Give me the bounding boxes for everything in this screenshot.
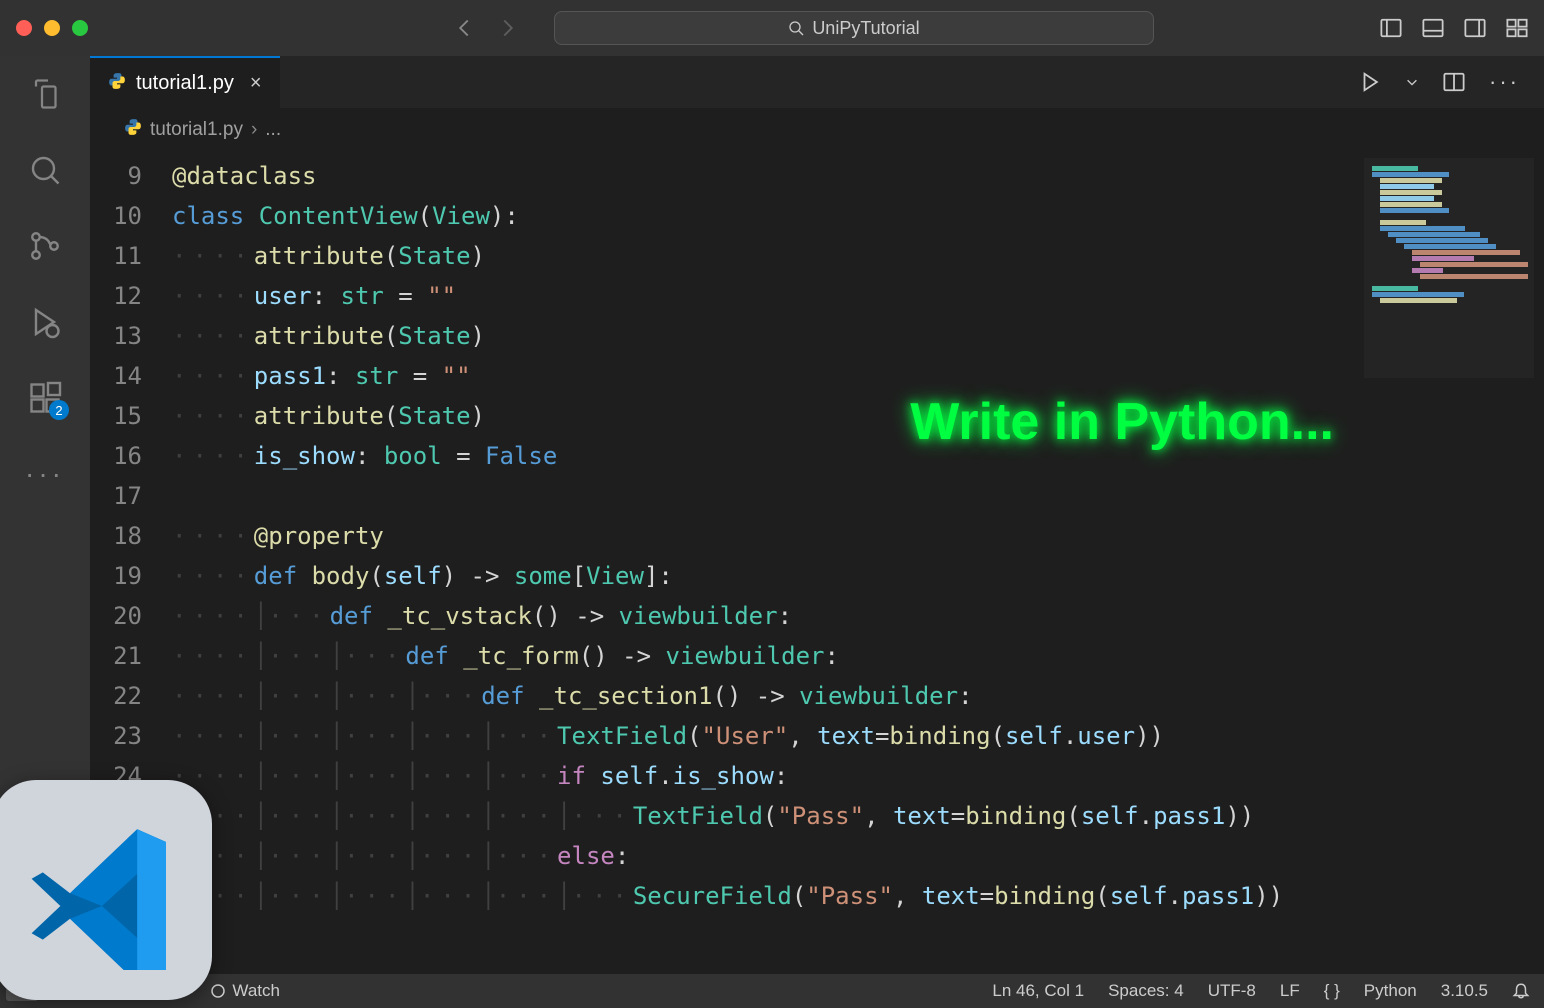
status-indent[interactable]: Spaces: 4: [1108, 981, 1184, 1001]
split-editor-icon[interactable]: [1443, 71, 1465, 93]
run-button[interactable]: [1359, 71, 1381, 93]
layout-bottom-icon[interactable]: [1422, 17, 1444, 39]
tabs: tutorial1.py × ···: [90, 56, 1544, 108]
extensions-badge: 2: [49, 400, 69, 420]
statusbar: 0 0 0 Watch Ln 46, Col 1 Spaces: 4 UTF-8…: [0, 974, 1544, 1008]
status-language[interactable]: Python: [1364, 981, 1417, 1001]
status-brackets[interactable]: { }: [1324, 981, 1340, 1001]
run-debug-icon[interactable]: [27, 304, 63, 340]
extensions-icon[interactable]: 2: [27, 380, 63, 416]
search-text: UniPyTutorial: [812, 18, 919, 39]
command-search[interactable]: UniPyTutorial: [554, 11, 1154, 45]
more-actions-icon[interactable]: ···: [1489, 69, 1520, 95]
minimize-window-button[interactable]: [44, 20, 60, 36]
tab-tutorial1[interactable]: tutorial1.py ×: [90, 56, 280, 108]
titlebar-layout-controls: [1380, 17, 1528, 39]
breadcrumb-file: tutorial1.py: [150, 119, 243, 141]
close-window-button[interactable]: [16, 20, 32, 36]
minimap[interactable]: [1364, 158, 1534, 378]
run-dropdown-icon[interactable]: [1405, 75, 1419, 89]
breadcrumb[interactable]: tutorial1.py › ...: [90, 108, 1544, 152]
titlebar: UniPyTutorial: [0, 0, 1544, 56]
status-cursor[interactable]: Ln 46, Col 1: [992, 981, 1084, 1001]
main: 2 ··· tutorial1.py × ···: [0, 56, 1544, 974]
tab-actions: ···: [1359, 56, 1544, 108]
search-activity-icon[interactable]: [27, 152, 63, 188]
code-area[interactable]: 9101112131415161718192021222324252627 @d…: [90, 152, 1544, 974]
layout-left-icon[interactable]: [1380, 17, 1402, 39]
status-notifications-icon[interactable]: [1512, 982, 1530, 1000]
nav-arrows: [454, 18, 518, 38]
customize-layout-icon[interactable]: [1506, 17, 1528, 39]
python-file-icon: [108, 72, 126, 95]
breadcrumb-sep: ›: [251, 119, 257, 141]
circle-icon: [210, 983, 226, 999]
search-icon: [788, 20, 804, 36]
explorer-icon[interactable]: [27, 76, 63, 112]
overlay-caption: Write in Python...: [910, 392, 1334, 452]
python-file-icon: [124, 118, 142, 142]
code-content[interactable]: @dataclassclass ContentView(View):····at…: [172, 152, 1544, 974]
more-icon[interactable]: ···: [27, 456, 63, 492]
tab-close-button[interactable]: ×: [250, 72, 262, 95]
tab-filename: tutorial1.py: [136, 72, 234, 95]
nav-back-button[interactable]: [454, 18, 474, 38]
editor-area: tutorial1.py × ··· tutorial1.py › ... 91…: [90, 56, 1544, 974]
status-eol[interactable]: LF: [1280, 981, 1300, 1001]
nav-forward-button[interactable]: [498, 18, 518, 38]
window-controls: [16, 20, 88, 36]
status-watch[interactable]: Watch: [210, 981, 280, 1001]
status-interpreter[interactable]: 3.10.5: [1441, 981, 1488, 1001]
status-encoding[interactable]: UTF-8: [1208, 981, 1256, 1001]
breadcrumb-more: ...: [265, 119, 281, 141]
maximize-window-button[interactable]: [72, 20, 88, 36]
vscode-app-icon: [0, 780, 212, 1000]
source-control-icon[interactable]: [27, 228, 63, 264]
layout-right-icon[interactable]: [1464, 17, 1486, 39]
